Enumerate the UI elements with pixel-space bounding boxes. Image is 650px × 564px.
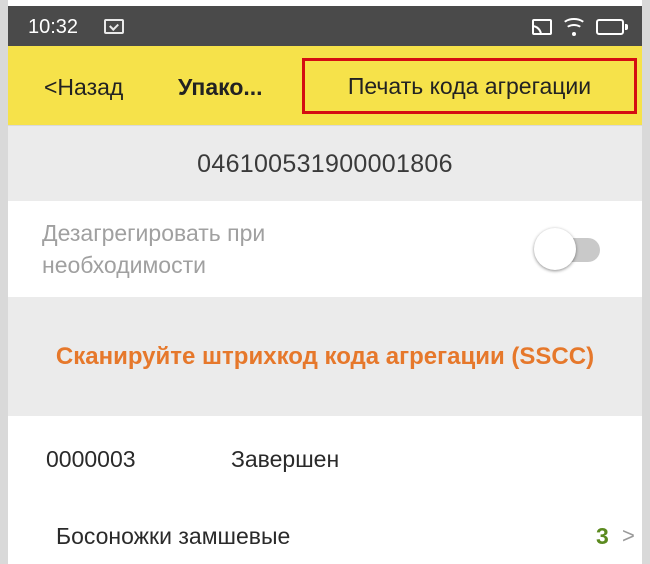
disaggregate-toggle[interactable]	[528, 227, 604, 271]
back-button[interactable]: <Назад	[44, 74, 123, 101]
item-name: Босоножки замшевые	[56, 523, 291, 549]
battery-icon	[596, 19, 628, 35]
record-number: 0000003	[46, 446, 136, 472]
aggregation-code: 046100531900001806	[8, 125, 642, 203]
item-quantity: 3	[596, 523, 609, 549]
status-time: 10:32	[28, 16, 79, 38]
disaggregate-label: Дезагрегировать при необходимости	[42, 220, 266, 278]
message-icon	[104, 19, 124, 34]
print-button-label: Печать кода агрегации	[347, 72, 592, 99]
scan-prompt-box: Сканируйте штрихкод кода агрегации (SSCC…	[8, 297, 642, 417]
chevron-right-icon: >	[622, 523, 635, 548]
scan-prompt: Сканируйте штрихкод кода агрегации (SSCC…	[55, 342, 595, 370]
list-item[interactable]: Босоножки замшевые 3 >	[8, 504, 642, 564]
record-status: Завершен	[231, 446, 340, 472]
record-row[interactable]: 0000003 Завершен	[8, 416, 642, 505]
wifi-icon	[561, 18, 587, 36]
status-bar: 10:32	[8, 6, 642, 46]
top-bar: <Назад Упако... Печать кода агрегации	[8, 46, 642, 125]
disaggregate-row[interactable]: Дезагрегировать при необходимости	[8, 201, 642, 297]
page-title: Упако...	[178, 74, 263, 100]
status-icons	[532, 16, 628, 38]
toggle-knob	[534, 228, 576, 270]
cast-icon	[532, 19, 552, 35]
print-aggregation-code-button[interactable]: Печать кода агрегации	[302, 58, 637, 114]
